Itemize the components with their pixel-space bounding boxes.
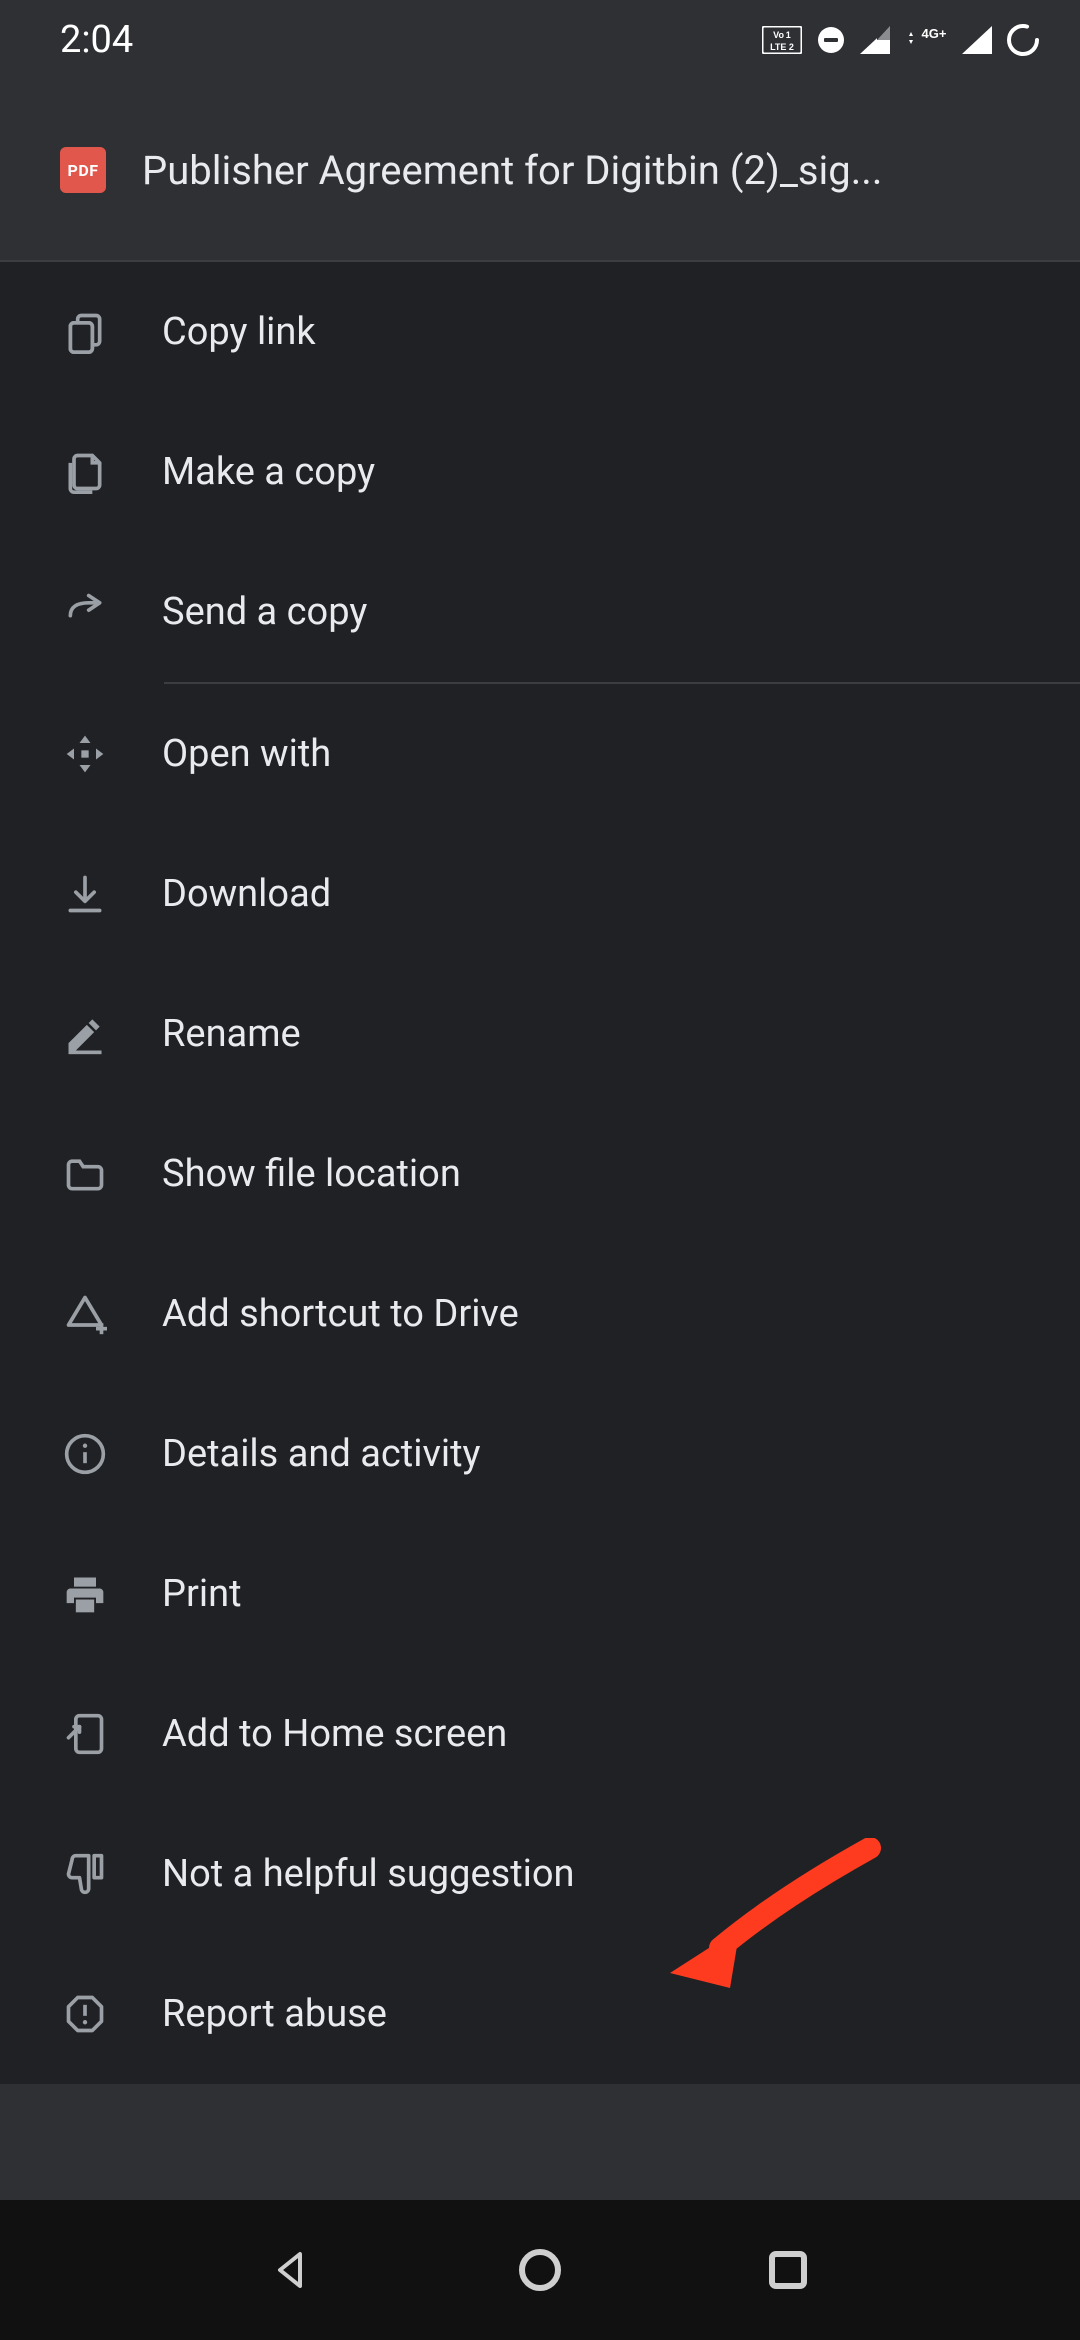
menu-item-print[interactable]: Print: [0, 1524, 1080, 1664]
menu-item-add-shortcut[interactable]: Add shortcut to Drive: [0, 1244, 1080, 1384]
folder-icon: [60, 1152, 110, 1196]
file-title: Publisher Agreement for Digitbin (2)_sig…: [142, 147, 882, 194]
menu-item-open-with[interactable]: Open with: [0, 684, 1080, 824]
menu-item-label: Send a copy: [162, 590, 367, 634]
sheet-header: PDF Publisher Agreement for Digitbin (2)…: [0, 80, 1080, 260]
status-indicators: Vo 1 LTE 2 4G+: [762, 23, 1040, 57]
svg-text:4G+: 4G+: [922, 26, 947, 41]
report-icon: [60, 1992, 110, 2036]
menu-item-make-copy[interactable]: Make a copy: [0, 402, 1080, 542]
menu-item-label: Show file location: [162, 1152, 461, 1196]
homescreen-icon: [60, 1712, 110, 1756]
menu-item-add-home[interactable]: Add to Home screen: [0, 1664, 1080, 1804]
menu-item-report-abuse[interactable]: Report abuse: [0, 1944, 1080, 2084]
navigation-bar: [0, 2200, 1080, 2340]
menu-item-label: Download: [162, 872, 331, 916]
net-4g-icon: 4G+: [904, 26, 948, 54]
action-sheet: Copy link Make a copy Send a copy: [0, 262, 1080, 2084]
svg-text:Vo 1: Vo 1: [773, 30, 791, 40]
menu-item-label: Open with: [162, 732, 331, 776]
menu-item-label: Add to Home screen: [162, 1712, 507, 1756]
menu-item-label: Make a copy: [162, 450, 375, 494]
send-arrow-icon: [60, 590, 110, 634]
menu-item-label: Rename: [162, 1012, 301, 1056]
menu-item-label: Not a helpful suggestion: [162, 1852, 575, 1896]
nav-home-button[interactable]: [516, 2246, 564, 2294]
add-shortcut-icon: [60, 1292, 110, 1336]
signal-icon-2: [962, 26, 992, 54]
status-time: 2:04: [60, 18, 133, 62]
menu-item-label: Add shortcut to Drive: [162, 1292, 519, 1336]
menu-item-send-copy[interactable]: Send a copy: [0, 542, 1080, 682]
svg-text:LTE 2: LTE 2: [770, 42, 794, 52]
menu-item-rename[interactable]: Rename: [0, 964, 1080, 1104]
volte-icon: Vo 1 LTE 2: [762, 26, 802, 54]
rename-icon: [60, 1012, 110, 1056]
open-with-icon: [60, 732, 110, 776]
menu-item-details[interactable]: Details and activity: [0, 1384, 1080, 1524]
print-icon: [60, 1572, 110, 1616]
signal-icon-1: [860, 26, 890, 54]
status-bar: 2:04 Vo 1 LTE 2 4: [0, 0, 1080, 80]
menu-item-label: Copy link: [162, 310, 316, 354]
menu-item-copy-link[interactable]: Copy link: [0, 262, 1080, 402]
pdf-badge-icon: PDF: [60, 147, 106, 193]
menu-item-show-location[interactable]: Show file location: [0, 1104, 1080, 1244]
menu-item-label: Report abuse: [162, 1992, 387, 2036]
menu-item-label: Details and activity: [162, 1432, 481, 1476]
copy-link-icon: [60, 310, 110, 354]
dnd-icon: [816, 25, 846, 55]
menu-item-download[interactable]: Download: [0, 824, 1080, 964]
menu-item-not-helpful[interactable]: Not a helpful suggestion: [0, 1804, 1080, 1944]
thumb-down-icon: [60, 1852, 110, 1896]
nav-recent-button[interactable]: [764, 2246, 812, 2294]
copy-file-icon: [60, 450, 110, 494]
nav-back-button[interactable]: [268, 2246, 316, 2294]
loading-spinner-icon: [1006, 23, 1040, 57]
info-icon: [60, 1432, 110, 1476]
download-icon: [60, 872, 110, 916]
pdf-badge-text: PDF: [68, 161, 99, 180]
menu-item-label: Print: [162, 1572, 242, 1616]
